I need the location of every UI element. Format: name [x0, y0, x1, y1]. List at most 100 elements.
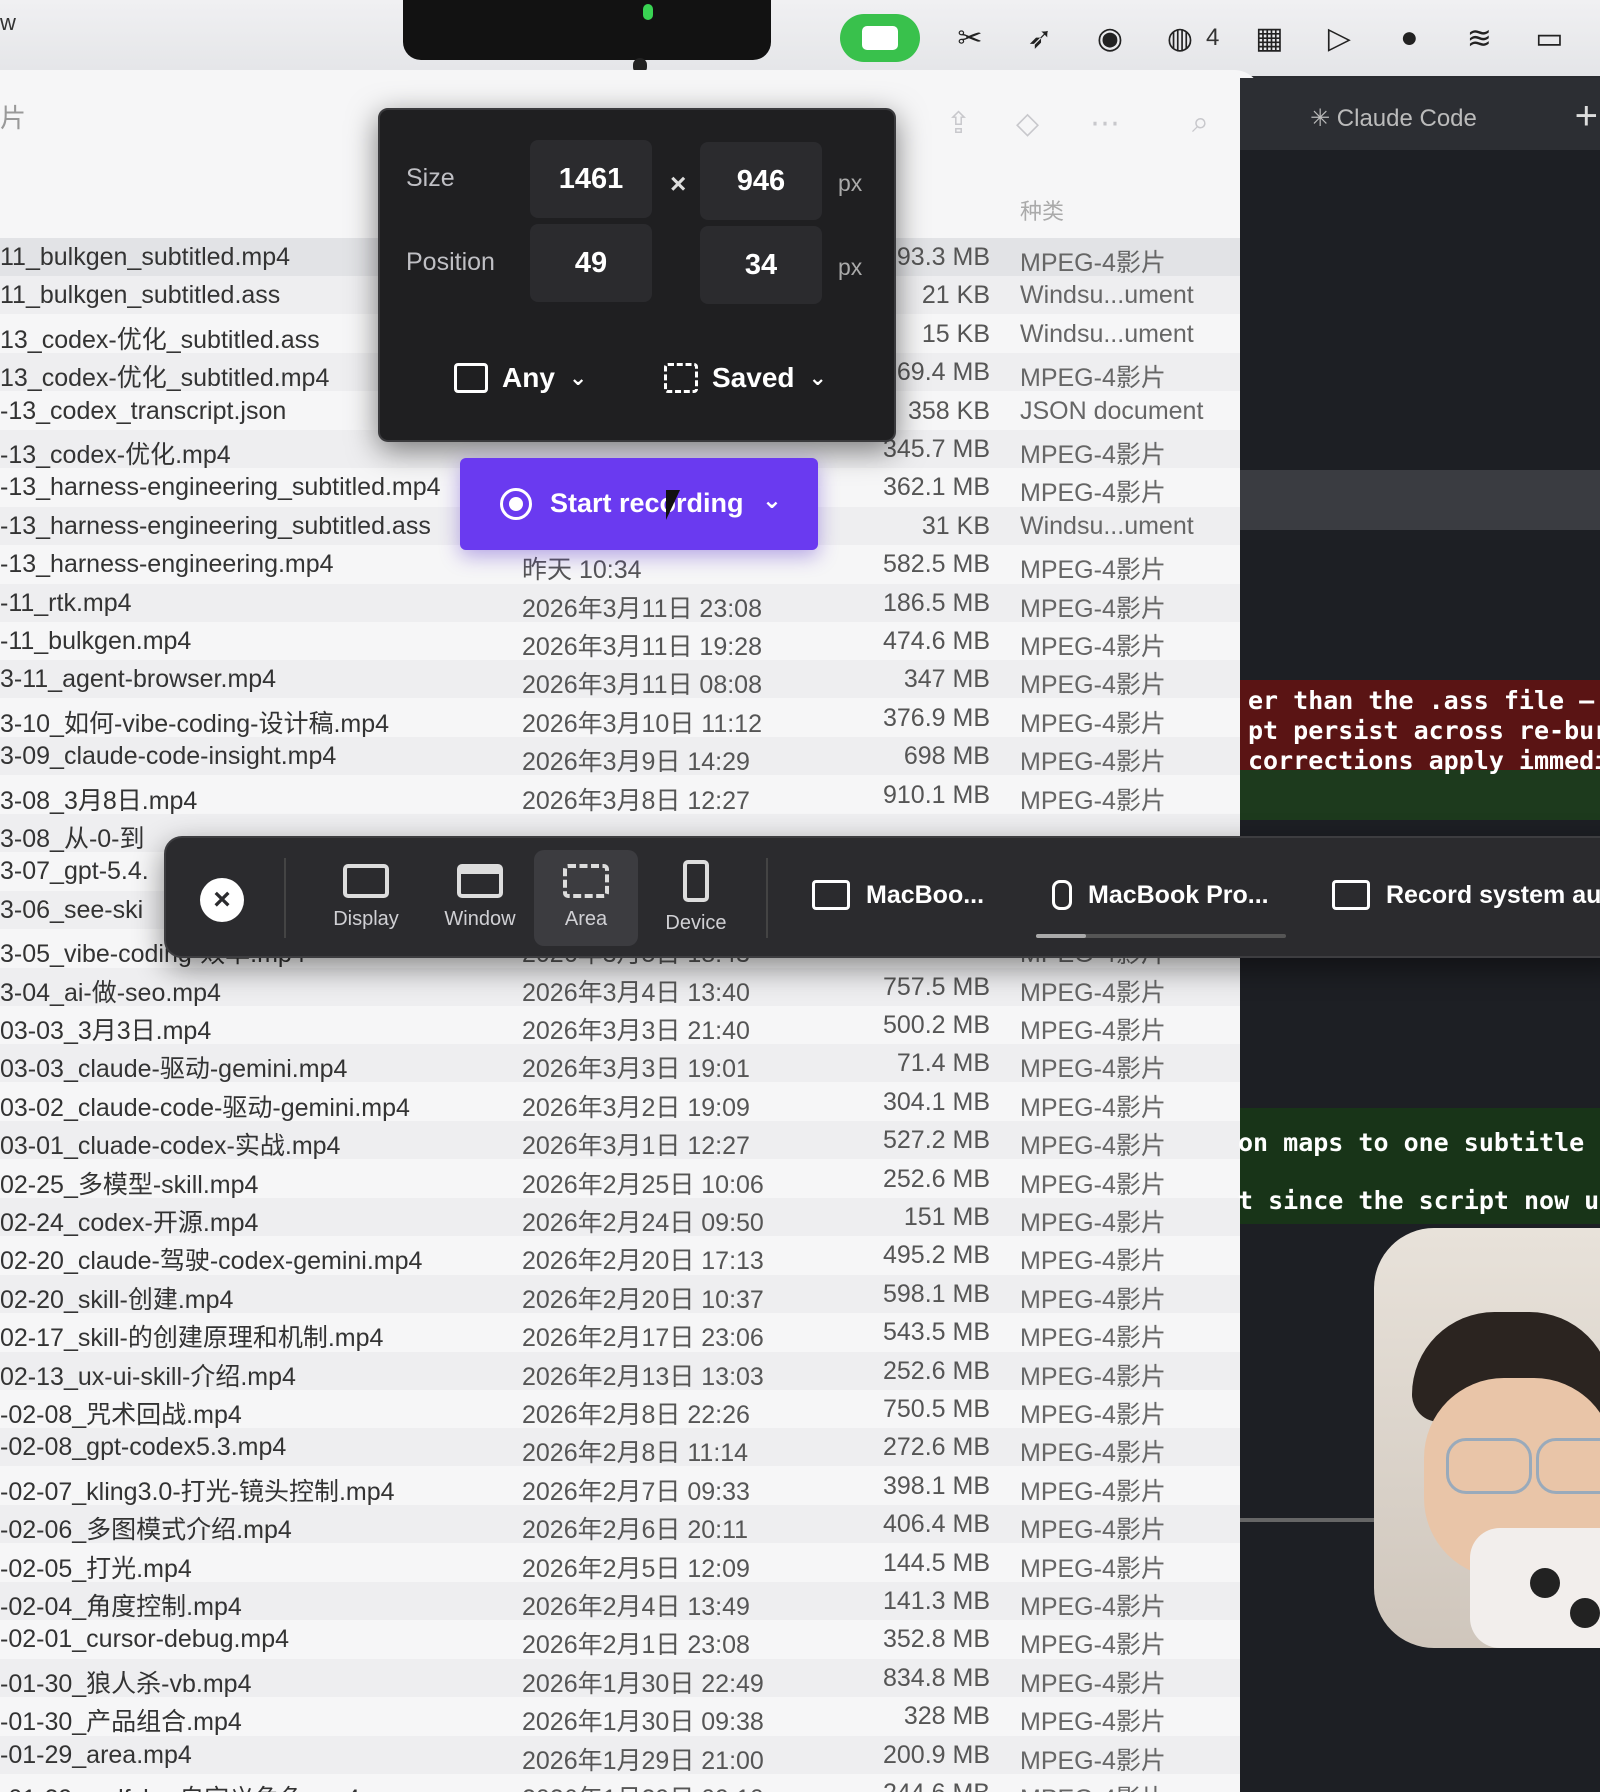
network-icon[interactable]: ▦: [1249, 18, 1289, 58]
screen-record-icon[interactable]: [840, 14, 920, 62]
close-icon[interactable]: ×: [200, 878, 244, 922]
start-recording-button[interactable]: Start recording ⌄: [460, 458, 818, 550]
system-audio-toggle[interactable]: Record system aud: [1332, 880, 1600, 910]
mode-device-button[interactable]: Device: [644, 850, 748, 946]
file-row[interactable]: -01-30_产品组合.mp4 2026年1月30日 09:38 328 MB MPE…: [0, 1697, 1240, 1737]
column-header-kind[interactable]: 种类: [1020, 194, 1064, 226]
capcut-icon[interactable]: ✂: [950, 18, 990, 58]
share-icon[interactable]: ⇪: [946, 106, 971, 141]
file-name: -02-04_角度控制.mp4: [0, 1593, 242, 1621]
preset-dropdown[interactable]: Saved ⌄: [664, 362, 827, 394]
mode-display-button[interactable]: Display: [314, 850, 418, 946]
file-row[interactable]: 3-08_3月8日.mp4 2026年3月8日 12:27 910.1 MB MPEG…: [0, 776, 1240, 815]
file-row[interactable]: -01-29_wolfcha-自定义角色.mp4 2026年1月29日 09:10…: [0, 1774, 1240, 1792]
file-date: 2026年2月20日 17:13: [522, 1247, 764, 1276]
file-date: 2026年1月30日 22:49: [522, 1669, 764, 1698]
camera-select[interactable]: MacBoo...: [812, 880, 984, 910]
file-name: 03-03_claude-驱动-gemini.mp4: [0, 1055, 348, 1084]
file-kind: MPEG-4影片: [1020, 1362, 1166, 1391]
file-name: 3-09_claude-code-insight.mp4: [0, 742, 337, 771]
position-x-field[interactable]: 49: [530, 224, 652, 302]
file-row[interactable]: 03-03_claude-驱动-gemini.mp4 2026年3月3日 19:0…: [0, 1044, 1240, 1084]
file-size: 406.4 MB: [882, 1510, 990, 1539]
file-row[interactable]: 03-02_claude-code-驱动-gemini.mp4 2026年3月2日…: [0, 1083, 1240, 1122]
position-y-field[interactable]: 34: [700, 226, 822, 304]
start-recording-label: Start recording: [550, 488, 744, 518]
file-size: 252.6 MB: [882, 1164, 990, 1193]
file-row[interactable]: -02-05_打光.mp4 2026年2月5日 12:09 144.5 MB MPEG…: [0, 1544, 1240, 1583]
file-row[interactable]: 02-20_skill-创建.mp4 2026年2月20日 10:37 598.1 …: [0, 1274, 1240, 1314]
file-date: 2026年2月13日 13:03: [522, 1362, 764, 1391]
file-row[interactable]: -02-07_kling3.0-打光-镜头控制.mp4 2026年2月7日 09:…: [0, 1467, 1240, 1506]
file-row[interactable]: 3-09_claude-code-insight.mp4 2026年3月9日 14…: [0, 737, 1240, 776]
terminal-tab-title: ✳ Claude Code: [1310, 105, 1477, 132]
file-row[interactable]: -02-04_角度控制.mp4 2026年2月4日 13:49 141.3 MB MP…: [0, 1582, 1240, 1621]
file-row[interactable]: -11_bulkgen.mp4 2026年3月11日 19:28 474.6 MB M…: [0, 622, 1240, 661]
file-row[interactable]: 03-01_cluade-codex-实战.mp4 2026年3月1日 12:27…: [0, 1121, 1240, 1161]
file-row[interactable]: 02-20_claude-驾驶-codex-gemini.mp4 2026年2月2…: [0, 1236, 1240, 1276]
file-kind: MPEG-4影片: [1020, 479, 1166, 508]
width-field[interactable]: 1461: [530, 140, 652, 218]
more-icon[interactable]: ⋯: [1090, 106, 1120, 141]
device-mode-icon: [683, 860, 709, 902]
headphone-icon[interactable]: ●: [1389, 18, 1429, 58]
tag-icon[interactable]: ◇: [1016, 106, 1039, 141]
terminal-line: corrections apply immedi: [1248, 746, 1600, 775]
file-date: 2026年2月8日 11:14: [522, 1439, 749, 1468]
file-row[interactable]: -01-30_狼人杀-vb.mp4 2026年1月30日 22:49 834.8 M…: [0, 1658, 1240, 1698]
mode-window-button[interactable]: Window: [428, 850, 532, 946]
terminal-band: [1240, 470, 1600, 530]
file-size: 543.5 MB: [882, 1318, 990, 1347]
file-size: 141.3 MB: [882, 1587, 990, 1615]
file-row[interactable]: -02-08_gpt-codex5.3.mp4 2026年2月8日 11:14 27…: [0, 1428, 1240, 1468]
file-kind: MPEG-4影片: [1020, 441, 1166, 469]
file-name: -13_codex_transcript.json: [0, 396, 287, 425]
size-unit: px: [838, 170, 863, 196]
file-row[interactable]: 02-13_ux-ui-skill-介绍.mp4 2026年2月13日 13:03…: [0, 1351, 1240, 1391]
file-row[interactable]: -11_rtk.mp4 2026年3月11日 23:08 186.5 MB MPEG-…: [0, 583, 1240, 623]
file-kind: MPEG-4影片: [1020, 709, 1166, 738]
terminal-tab[interactable]: ✳ Claude Code +: [1240, 78, 1600, 150]
file-row[interactable]: -01-29_area.mp4 2026年1月29日 21:00 200.9 MB M…: [0, 1735, 1240, 1775]
file-name: -13_harness-engineering_subtitled.mp4: [0, 473, 441, 502]
webcam-overlay[interactable]: [1374, 1228, 1600, 1648]
file-row[interactable]: 02-24_codex-开源.mp4 2026年2月24日 09:50 151 MB…: [0, 1198, 1240, 1237]
feather-icon[interactable]: ➶: [1020, 18, 1060, 58]
circle-icon[interactable]: ◉: [1090, 18, 1130, 58]
file-size: 200.9 MB: [882, 1740, 990, 1769]
camera-label: MacBoo...: [866, 880, 985, 909]
file-row[interactable]: -13_harness-engineering.mp4 昨天 10:34 582.5…: [0, 545, 1240, 584]
file-kind: MPEG-4影片: [1020, 1017, 1166, 1045]
file-row[interactable]: 3-10_如何-vibe-coding-设计稿.mp4 2026年3月10日 11…: [0, 699, 1240, 738]
play-icon[interactable]: ▷: [1319, 18, 1359, 58]
file-row[interactable]: 02-25_多模型-skill.mp4 2026年2月25日 10:06 252.6…: [0, 1160, 1240, 1199]
aspect-dropdown[interactable]: Any ⌄: [454, 362, 587, 394]
app-menu-letter[interactable]: w: [0, 10, 16, 36]
wechat-icon[interactable]: ◍: [1160, 18, 1200, 58]
chevron-down-icon[interactable]: ⌄: [762, 486, 782, 515]
file-kind: MPEG-4影片: [1020, 1439, 1166, 1468]
record-icon: [500, 488, 532, 520]
file-row[interactable]: -02-08_咒术回战.mp4 2026年2月8日 22:26 750.5 MB MP…: [0, 1390, 1240, 1429]
file-size: 500.2 MB: [882, 1011, 990, 1039]
file-row[interactable]: -02-01_cursor-debug.mp4 2026年2月1日 23:08 35…: [0, 1620, 1240, 1659]
file-row[interactable]: 3-11_agent-browser.mp4 2026年3月11日 08:08 34…: [0, 660, 1240, 699]
file-kind: MPEG-4影片: [1020, 1055, 1166, 1084]
display-mode-icon: [343, 864, 389, 898]
mode-area-button[interactable]: Area: [534, 850, 638, 946]
file-date: 2026年3月11日 23:08: [522, 594, 762, 623]
search-icon[interactable]: ⌕: [1192, 106, 1209, 140]
file-row[interactable]: 3-04_ai-做-seo.mp4 2026年3月4日 13:40 757.5 MB…: [0, 967, 1240, 1007]
file-kind: MPEG-4影片: [1020, 1170, 1166, 1199]
new-tab-icon[interactable]: +: [1575, 94, 1598, 139]
file-name: 03-01_cluade-codex-实战.mp4: [0, 1132, 341, 1161]
battery-icon: ▭: [1535, 21, 1564, 55]
file-row[interactable]: 03-03_3月3日.mp4 2026年3月3日 21:40 500.2 MB MPE…: [0, 1006, 1240, 1045]
microphone-select[interactable]: MacBook Pro...: [1052, 880, 1269, 910]
file-row[interactable]: -02-06_多图模式介绍.mp4 2026年2月6日 20:11 406.4 MB…: [0, 1505, 1240, 1544]
file-row[interactable]: 02-17_skill-的创建原理和机制.mp4 2026年2月17日 23:06…: [0, 1313, 1240, 1352]
height-field[interactable]: 946: [700, 142, 822, 220]
wifi-icon[interactable]: ≋: [1459, 18, 1499, 58]
file-date: 2026年1月30日 09:38: [522, 1708, 764, 1737]
file-date: 2026年2月7日 09:33: [522, 1477, 750, 1506]
